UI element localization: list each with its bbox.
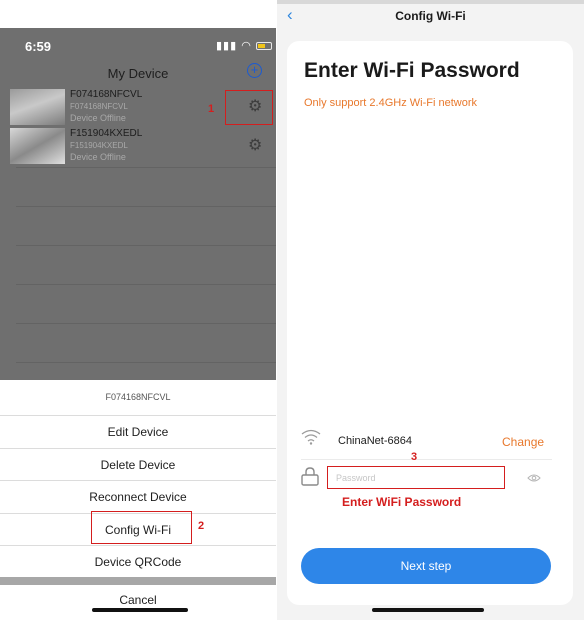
password-hint: Enter WiFi Password [342, 495, 462, 509]
delete-device-button[interactable]: Delete Device [0, 458, 276, 472]
annotation-step-1: 1 [208, 103, 215, 115]
divider [16, 245, 276, 246]
home-indicator [92, 608, 188, 612]
divider [0, 415, 276, 416]
divider [16, 167, 276, 168]
device-name: F074168NFCVL [70, 89, 143, 100]
change-network-link[interactable]: Change [502, 435, 544, 449]
action-sheet-title: F074168NFCVL [105, 392, 171, 402]
next-step-button[interactable]: Next step [301, 548, 551, 584]
page-title: My Device [107, 66, 169, 81]
divider [16, 206, 276, 207]
device-status: Device Offline [70, 152, 126, 162]
device-id: F151904KXEDL [70, 141, 128, 150]
divider [16, 362, 276, 363]
status-icons: ▮▮▮ ◠ [216, 39, 272, 52]
annotation-box-1 [225, 90, 273, 125]
dimmed-background: 6:59 ▮▮▮ ◠ My Device + F074168NFCVL F074… [0, 28, 276, 380]
config-wifi-screen: ‹ Config Wi-Fi Enter Wi-Fi Password Only… [277, 0, 584, 620]
my-device-screen: 6:59 ▮▮▮ ◠ My Device + F074168NFCVL F074… [0, 28, 276, 620]
device-qrcode-button[interactable]: Device QRCode [0, 555, 276, 569]
heading: Enter Wi-Fi Password [304, 59, 520, 82]
lock-icon [301, 467, 319, 486]
annotation-step-2: 2 [198, 520, 205, 532]
device-row-2[interactable]: F151904KXEDL F151904KXEDL Device Offline… [10, 128, 276, 164]
divider [16, 323, 276, 324]
plus-circle-icon[interactable]: + [247, 63, 262, 78]
sheet-gap [0, 577, 276, 585]
gear-icon[interactable]: ⚙ [248, 135, 262, 155]
home-indicator [372, 608, 484, 612]
password-field[interactable] [327, 466, 505, 489]
device-status: Device Offline [70, 113, 126, 123]
status-time: 6:59 [25, 39, 52, 54]
wifi-icon [301, 429, 321, 445]
device-name: F151904KXEDL [70, 128, 143, 139]
ssid-label: ChinaNet-6864 [338, 435, 412, 447]
annotation-step-3: 3 [411, 451, 418, 463]
device-thumbnail [10, 89, 65, 125]
device-id: F074168NFCVL [70, 102, 128, 111]
divider [0, 448, 276, 449]
eye-icon[interactable] [527, 473, 541, 483]
divider [0, 480, 276, 481]
divider [16, 284, 276, 285]
edit-device-button[interactable]: Edit Device [0, 425, 276, 439]
page-title: Config Wi-Fi [395, 9, 466, 23]
reconnect-device-button[interactable]: Reconnect Device [0, 490, 276, 504]
divider [0, 545, 276, 546]
cancel-button[interactable]: Cancel [0, 593, 276, 607]
top-border [277, 0, 584, 4]
divider [301, 459, 552, 460]
battery-icon [255, 42, 272, 51]
wifi-card: Enter Wi-Fi Password Only support 2.4GHz… [287, 41, 573, 605]
annotation-box-2 [91, 511, 192, 544]
screenshot-composite: 6:59 ▮▮▮ ◠ My Device + F074168NFCVL F074… [0, 0, 584, 620]
frequency-note: Only support 2.4GHz Wi-Fi network [304, 97, 477, 109]
device-thumbnail [10, 128, 65, 164]
signal-icon: ▮▮▮ [216, 40, 238, 52]
wifi-icon: ◠ [241, 40, 252, 52]
